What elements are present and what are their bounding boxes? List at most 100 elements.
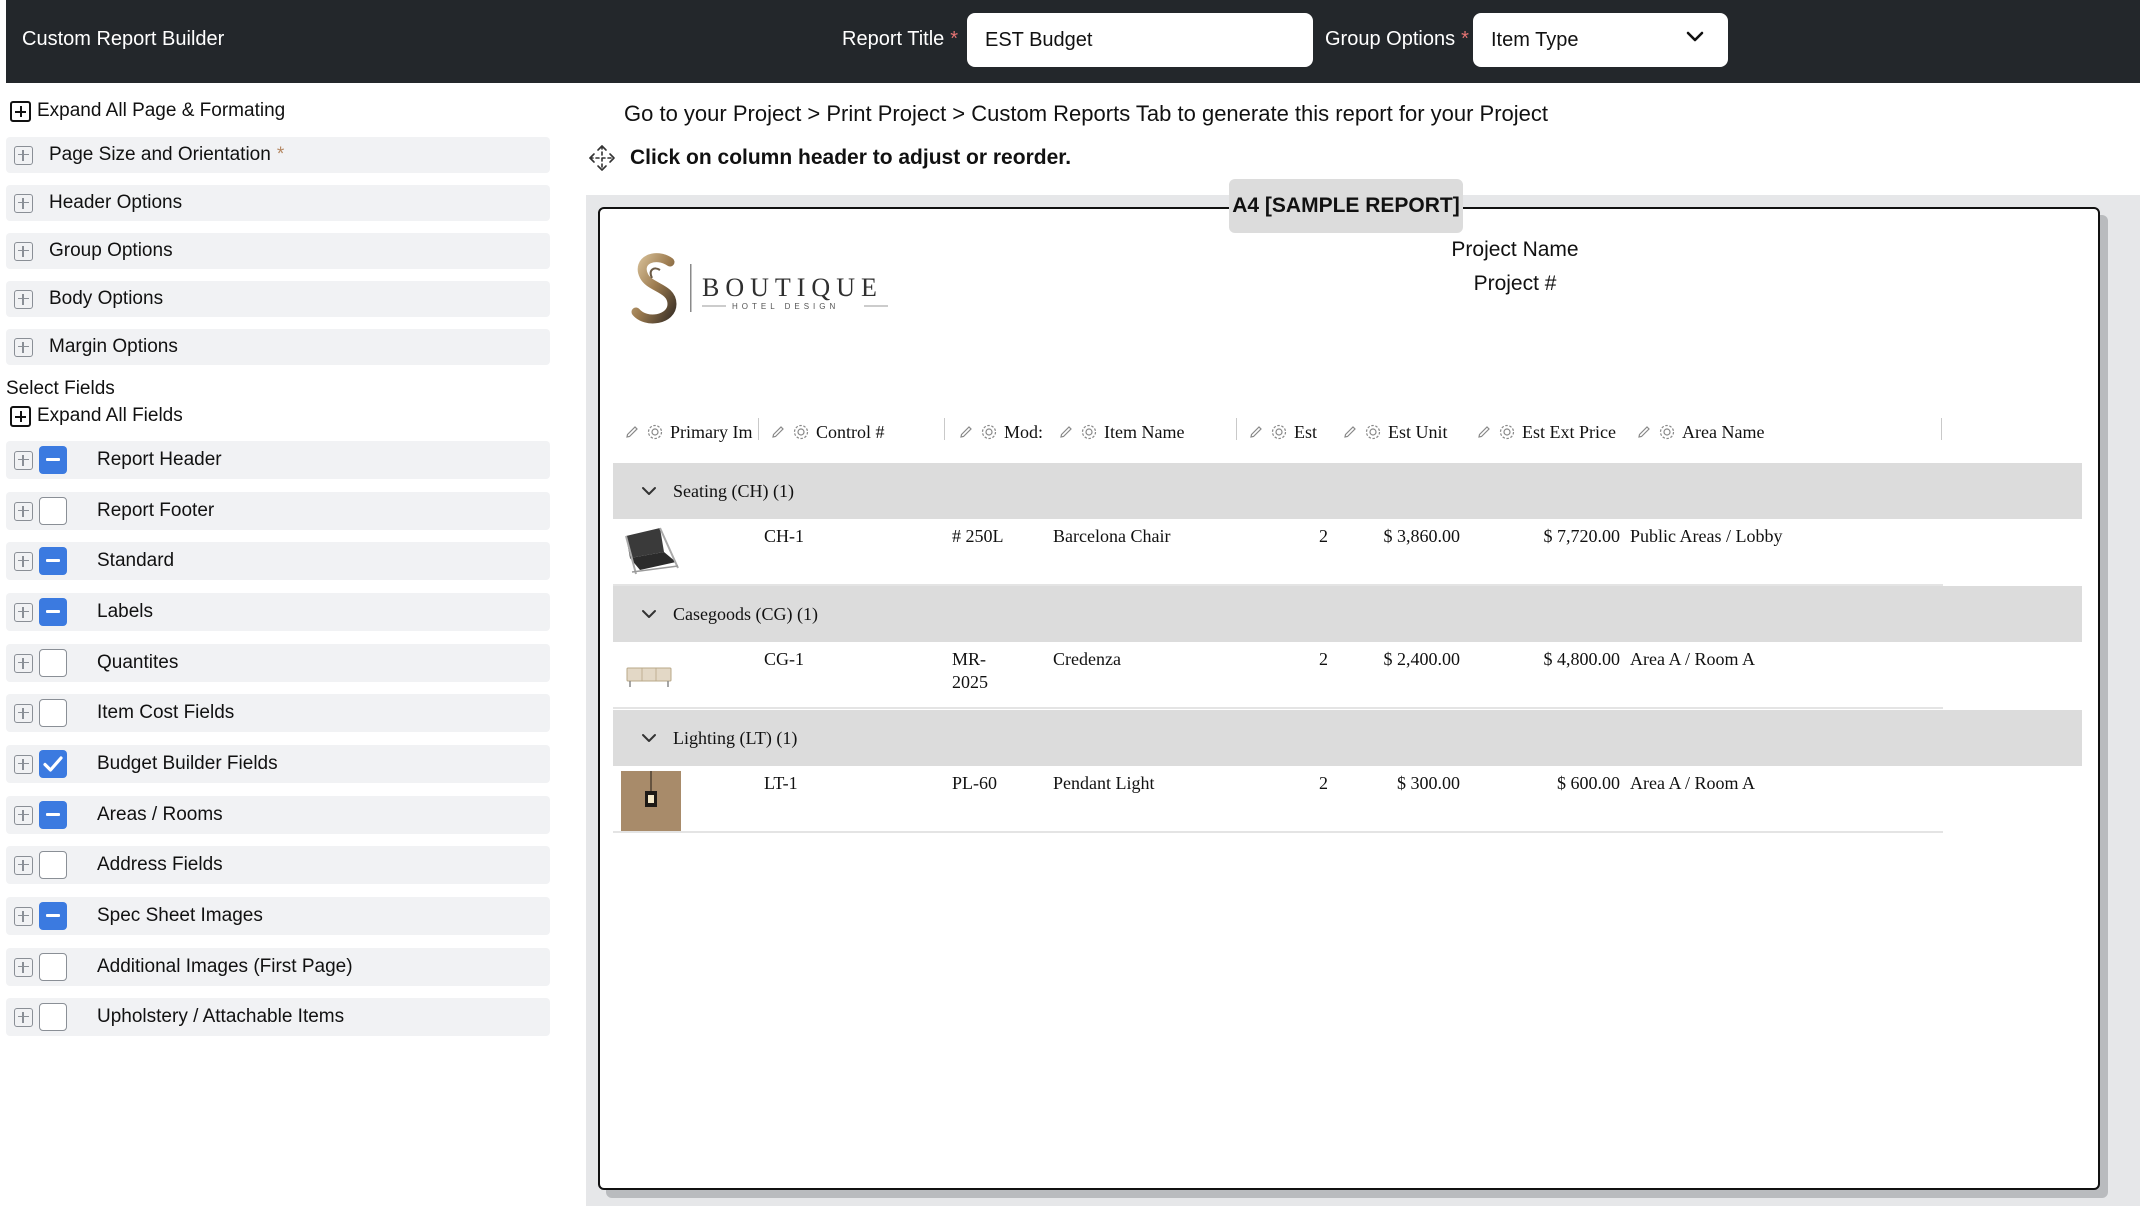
checkbox[interactable] (39, 699, 67, 727)
expand-all-fields-label: Expand All Fields (37, 405, 183, 426)
gear-icon[interactable] (1498, 423, 1516, 441)
pencil-icon[interactable] (1636, 424, 1652, 440)
gear-icon[interactable] (646, 423, 664, 441)
field-group-item-cost[interactable]: Item Cost Fields (6, 694, 550, 732)
field-group-upholstery[interactable]: Upholstery / Attachable Items (6, 998, 550, 1036)
field-group-report-footer[interactable]: Report Footer (6, 492, 550, 530)
column-header-label: Item Name (1104, 421, 1185, 442)
checkbox[interactable] (39, 1003, 67, 1031)
pencil-icon[interactable] (1058, 424, 1074, 440)
pencil-icon[interactable] (958, 424, 974, 440)
accordion-label: Body Options (49, 288, 164, 309)
cell-area-name: Area A / Room A (1630, 773, 1755, 793)
chevron-down-icon[interactable] (641, 733, 657, 743)
pencil-icon[interactable] (1342, 424, 1358, 440)
top-bar: Custom Report Builder Report Title * EST … (6, 0, 2140, 83)
partial-checkbox[interactable] (39, 598, 67, 626)
group-header-casegoods[interactable]: Casegoods (CG) (1) (613, 586, 2082, 642)
expand-icon (14, 193, 33, 213)
accordion-group-options[interactable]: Group Options (6, 233, 550, 269)
checkbox[interactable] (39, 497, 67, 525)
partial-checkbox[interactable] (39, 446, 67, 474)
checked-checkbox[interactable] (39, 750, 67, 778)
expand-all-page-formatting[interactable]: Expand All Page & Formating (10, 100, 285, 122)
project-number: Project # (1473, 272, 1557, 295)
group-label: Casegoods (CG) (1) (673, 603, 818, 624)
accordion-label: Group Options (49, 240, 173, 261)
cell-est-unit: $ 300.00 (1397, 773, 1460, 793)
expand-icon[interactable] (14, 805, 33, 825)
field-group-labels[interactable]: Labels (6, 593, 550, 631)
field-group-areas-rooms[interactable]: Areas / Rooms (6, 796, 550, 834)
accordion-page-size[interactable]: Page Size and Orientation * (6, 137, 550, 173)
column-header-est-unit[interactable]: Est Unit (1342, 418, 1464, 446)
field-group-quantites[interactable]: Quantites (6, 644, 550, 682)
column-header-control[interactable]: Control # (770, 418, 940, 446)
column-header-model[interactable]: Mod: (958, 418, 1050, 446)
accordion-body-options[interactable]: Body Options (6, 281, 550, 317)
expand-icon[interactable] (14, 906, 33, 926)
field-group-additional-images[interactable]: Additional Images (First Page) (6, 948, 550, 986)
accordion-header-options[interactable]: Header Options (6, 185, 550, 221)
expand-icon[interactable] (14, 1007, 33, 1027)
column-header-primary-image[interactable]: Primary Im (624, 418, 760, 446)
cell-area-name: Public Areas / Lobby (1630, 526, 1783, 546)
expand-icon[interactable] (14, 653, 33, 673)
expand-icon[interactable] (14, 450, 33, 470)
group-options-select[interactable]: Item Type (1473, 13, 1728, 67)
paper-size-badge: A4 [SAMPLE REPORT] (1229, 179, 1463, 233)
expand-icon[interactable] (14, 551, 33, 571)
report-title-input[interactable]: EST Budget (967, 13, 1313, 67)
pencil-icon[interactable] (770, 424, 786, 440)
field-group-spec-sheet-images[interactable]: Spec Sheet Images (6, 897, 550, 935)
gear-icon[interactable] (1658, 423, 1676, 441)
pencil-icon[interactable] (1248, 424, 1264, 440)
column-header-est[interactable]: Est (1248, 418, 1332, 446)
svg-text:HOTEL DESIGN: HOTEL DESIGN (732, 302, 839, 311)
group-header-seating[interactable]: Seating (CH) (1) (613, 463, 2082, 519)
column-resize-handle[interactable] (1236, 418, 1237, 440)
field-group-budget-builder[interactable]: Budget Builder Fields (6, 745, 550, 783)
column-header-area-name[interactable]: Area Name (1636, 418, 1936, 446)
report-title-label: Report Title * (842, 28, 959, 50)
expand-icon[interactable] (14, 855, 33, 875)
expand-icon[interactable] (14, 602, 33, 622)
select-fields-title: Select Fields (6, 378, 115, 399)
field-group-address[interactable]: Address Fields (6, 846, 550, 884)
partial-checkbox[interactable] (39, 547, 67, 575)
column-resize-handle[interactable] (758, 418, 759, 440)
checkbox[interactable] (39, 649, 67, 677)
cell-model: MR- 2025 (952, 648, 988, 694)
gear-icon[interactable] (1364, 423, 1382, 441)
expand-icon[interactable] (14, 703, 33, 723)
accordion-margin-options[interactable]: Margin Options (6, 329, 550, 365)
partial-checkbox[interactable] (39, 902, 67, 930)
gear-icon[interactable] (980, 423, 998, 441)
column-resize-handle[interactable] (944, 418, 945, 440)
pencil-icon[interactable] (1476, 424, 1492, 440)
expand-icon (14, 241, 33, 261)
column-resize-handle[interactable] (1941, 418, 1942, 440)
pencil-icon[interactable] (624, 424, 640, 440)
column-header-item-name[interactable]: Item Name (1058, 418, 1234, 446)
gear-icon[interactable] (1270, 423, 1288, 441)
column-header-est-ext-price[interactable]: Est Ext Price (1476, 418, 1624, 446)
expand-icon[interactable] (14, 501, 33, 521)
chevron-down-icon[interactable] (641, 486, 657, 496)
gear-icon[interactable] (1080, 423, 1098, 441)
cell-est-unit: $ 2,400.00 (1383, 649, 1461, 669)
expand-icon[interactable] (14, 754, 33, 774)
partial-checkbox[interactable] (39, 801, 67, 829)
report-paper (598, 207, 2100, 1190)
cell-control: LT-1 (764, 773, 798, 793)
checkbox[interactable] (39, 953, 67, 981)
gear-icon[interactable] (792, 423, 810, 441)
expand-icon (14, 289, 33, 309)
expand-all-fields[interactable]: Expand All Fields (10, 405, 183, 427)
chevron-down-icon[interactable] (641, 609, 657, 619)
expand-icon[interactable] (14, 957, 33, 977)
field-group-report-header[interactable]: Report Header (6, 441, 550, 479)
field-group-standard[interactable]: Standard (6, 542, 550, 580)
checkbox[interactable] (39, 851, 67, 879)
group-header-lighting[interactable]: Lighting (LT) (1) (613, 710, 2082, 766)
